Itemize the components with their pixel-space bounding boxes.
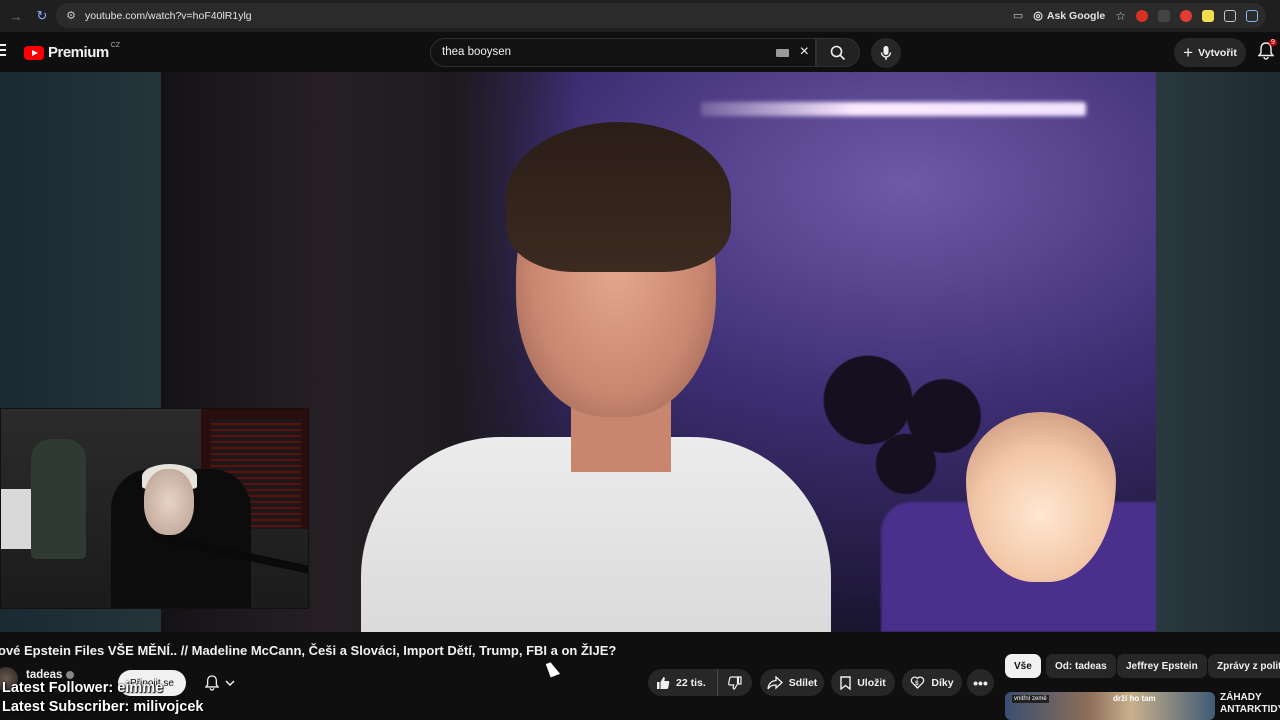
menu-icon[interactable] bbox=[0, 44, 6, 59]
install-app-icon[interactable]: ▭ bbox=[1013, 9, 1023, 22]
create-button[interactable]: + Vytvořit bbox=[1174, 38, 1246, 67]
subscription-bell-button[interactable] bbox=[194, 670, 246, 696]
chip-all[interactable]: Vše bbox=[1005, 654, 1041, 678]
latest-subscriber-overlay: Latest Subscriber: milivojcek bbox=[2, 699, 204, 715]
thumbnail-caption-left: vnitřní země bbox=[1012, 695, 1049, 703]
youtube-header: Premium CZ thea booysen × + Vytvořit 9 bbox=[0, 32, 1280, 72]
microphone-icon bbox=[880, 46, 892, 60]
like-dislike-group: 22 tis. bbox=[648, 669, 752, 696]
thanks-label: Díky bbox=[931, 676, 954, 689]
thanks-button[interactable]: $ Díky bbox=[902, 669, 962, 696]
more-actions-button[interactable]: ••• bbox=[967, 669, 994, 696]
recommendation-title-line2: ANTARKTIDY bbox=[1220, 704, 1280, 715]
address-bar[interactable]: ⚙ youtube.com/watch?v=hoF40lR1ylg ▭ ◎ As… bbox=[56, 3, 1266, 28]
video-presenter bbox=[361, 92, 831, 632]
search-input[interactable]: thea booysen × bbox=[430, 38, 816, 67]
like-button[interactable]: 22 tis. bbox=[648, 669, 718, 696]
extensions-puzzle-icon[interactable] bbox=[1246, 9, 1258, 22]
logo-text: Premium bbox=[48, 44, 109, 61]
recommendation-title-line1: ZÁHADY bbox=[1220, 692, 1262, 703]
dislike-button[interactable] bbox=[718, 669, 752, 696]
notification-badge: 9 bbox=[1269, 39, 1277, 46]
extension-window-icon[interactable] bbox=[1224, 9, 1236, 22]
like-count: 22 tis. bbox=[676, 676, 706, 689]
bell-icon bbox=[205, 675, 219, 691]
ask-google-label: Ask Google bbox=[1046, 9, 1106, 22]
keyboard-icon[interactable] bbox=[776, 49, 789, 57]
google-lens-icon: ◎ bbox=[1033, 10, 1043, 22]
latest-follower-overlay: Latest Follower: eimme bbox=[2, 680, 164, 696]
more-horizontal-icon: ••• bbox=[973, 674, 988, 691]
search-query: thea booysen bbox=[442, 46, 512, 58]
share-icon bbox=[767, 675, 783, 689]
video-player[interactable] bbox=[161, 72, 1156, 632]
browser-toolbar: → ↻ ⚙ youtube.com/watch?v=hoF40lR1ylg ▭ … bbox=[0, 0, 1280, 32]
thumbnail-caption-mid: drží ho tam bbox=[1113, 694, 1156, 703]
chevron-down-icon bbox=[225, 680, 235, 686]
recommendation-title[interactable]: ZÁHADY ANTARKTIDY bbox=[1220, 692, 1280, 716]
extension-dark-icon[interactable] bbox=[1158, 9, 1170, 22]
search-button[interactable] bbox=[816, 38, 860, 67]
recommendation-thumbnail[interactable]: vnitřní země drží ho tam bbox=[1005, 692, 1215, 720]
bookmark-icon bbox=[840, 675, 851, 690]
chip-from-channel[interactable]: Od: tadeas bbox=[1046, 654, 1116, 678]
verified-icon bbox=[66, 670, 75, 679]
url-text: youtube.com/watch?v=hoF40lR1ylg bbox=[85, 9, 252, 22]
thumbs-down-icon bbox=[728, 675, 742, 690]
search-icon bbox=[830, 45, 846, 60]
logo-country: CZ bbox=[110, 42, 121, 49]
save-button[interactable]: Uložit bbox=[831, 669, 895, 696]
extension-red-icon[interactable] bbox=[1136, 9, 1148, 22]
site-info-icon[interactable]: ⚙ bbox=[62, 7, 80, 25]
share-button[interactable]: Sdílet bbox=[760, 669, 824, 696]
extension-note-icon[interactable] bbox=[1202, 9, 1214, 22]
share-label: Sdílet bbox=[788, 676, 818, 689]
streamer-webcam bbox=[0, 408, 309, 609]
plus-icon: + bbox=[1183, 43, 1194, 62]
forward-icon[interactable]: → bbox=[6, 6, 26, 26]
ask-google-button[interactable]: ◎ Ask Google bbox=[1033, 9, 1106, 23]
video-title: ové Epstein Files VŠE MĚNÍ.. // Madeline… bbox=[0, 643, 617, 658]
super-thanks-icon: $ bbox=[911, 676, 925, 689]
youtube-premium-logo[interactable]: Premium CZ bbox=[24, 42, 121, 61]
thumbs-up-icon bbox=[657, 676, 670, 689]
extension-shield-icon[interactable] bbox=[1180, 9, 1192, 22]
clear-search-icon[interactable]: × bbox=[800, 43, 809, 61]
bookmark-star-icon[interactable]: ☆ bbox=[1115, 9, 1126, 23]
voice-search-button[interactable] bbox=[871, 38, 901, 68]
save-label: Uložit bbox=[857, 676, 886, 689]
youtube-play-icon bbox=[24, 45, 44, 60]
chip-politics-news[interactable]: Zprávy z politiky bbox=[1208, 654, 1280, 678]
create-label: Vytvořit bbox=[1198, 46, 1237, 59]
reload-icon[interactable]: ↻ bbox=[32, 6, 52, 26]
chip-jeffrey-epstein[interactable]: Jeffrey Epstein bbox=[1117, 654, 1207, 678]
notifications-button[interactable]: 9 bbox=[1258, 39, 1280, 64]
